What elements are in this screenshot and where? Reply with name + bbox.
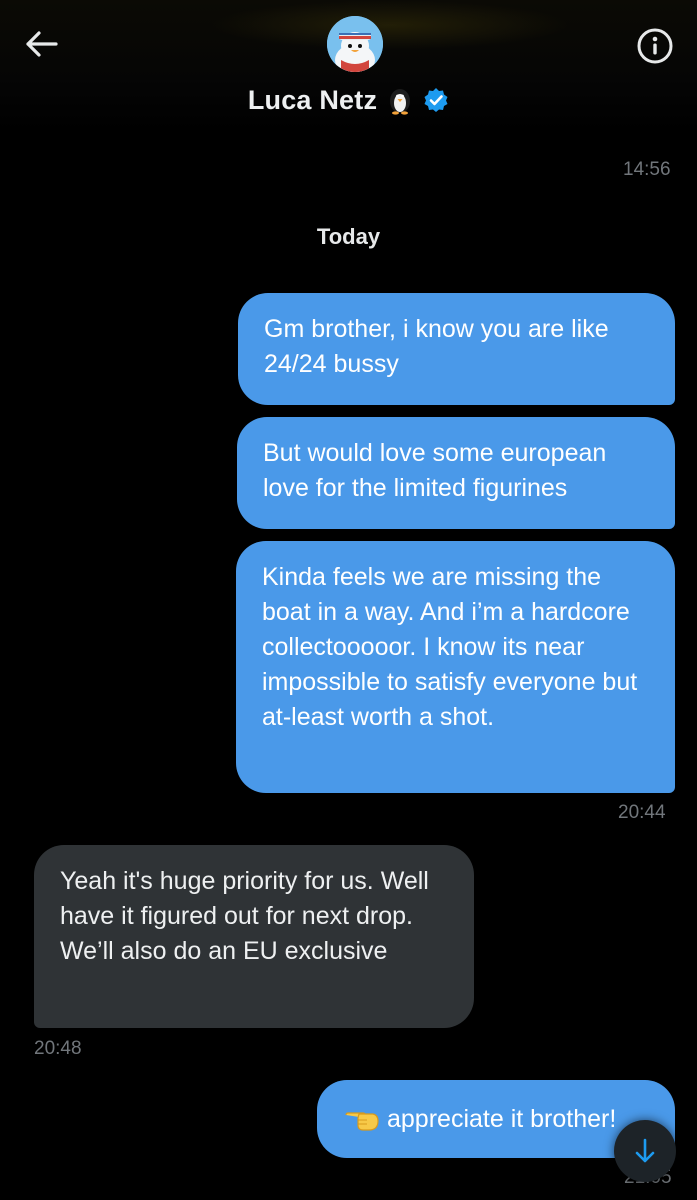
header-background-glow <box>210 0 570 50</box>
verified-badge-icon <box>424 88 448 112</box>
pointing-hand-icon <box>345 1112 379 1131</box>
day-separator: Today <box>316 224 381 249</box>
message-bubble-sent[interactable]: But would love some european love for th… <box>237 417 675 529</box>
info-button[interactable] <box>634 25 676 67</box>
arrow-left-icon <box>26 31 58 57</box>
message-text: appreciate it brother! <box>387 1104 617 1133</box>
contact-name-row[interactable]: Luca Netz <box>0 82 697 118</box>
avatar-penguin-image <box>327 16 383 72</box>
avatar[interactable] <box>327 16 383 72</box>
message-timestamp: 20:44 <box>618 802 666 823</box>
scroll-to-bottom-button[interactable] <box>614 1120 676 1182</box>
penguin-icon <box>390 89 411 115</box>
arrow-down-icon <box>635 1138 655 1163</box>
info-icon <box>637 28 673 64</box>
message-timestamp: 20:48 <box>34 1038 82 1059</box>
message-timestamp: 14:56 <box>623 159 671 180</box>
message-bubble-sent[interactable]: Gm brother, i know you are like 24/24 bu… <box>238 293 675 405</box>
message-bubble-sent[interactable]: Kinda feels we are missing the boat in a… <box>236 541 675 793</box>
message-bubble-received[interactable]: Yeah it's huge priority for us. Well hav… <box>34 845 474 1028</box>
contact-name: Luca Netz <box>247 84 378 115</box>
conversation-header: Luca Netz <box>0 0 697 132</box>
back-button[interactable] <box>22 26 62 62</box>
